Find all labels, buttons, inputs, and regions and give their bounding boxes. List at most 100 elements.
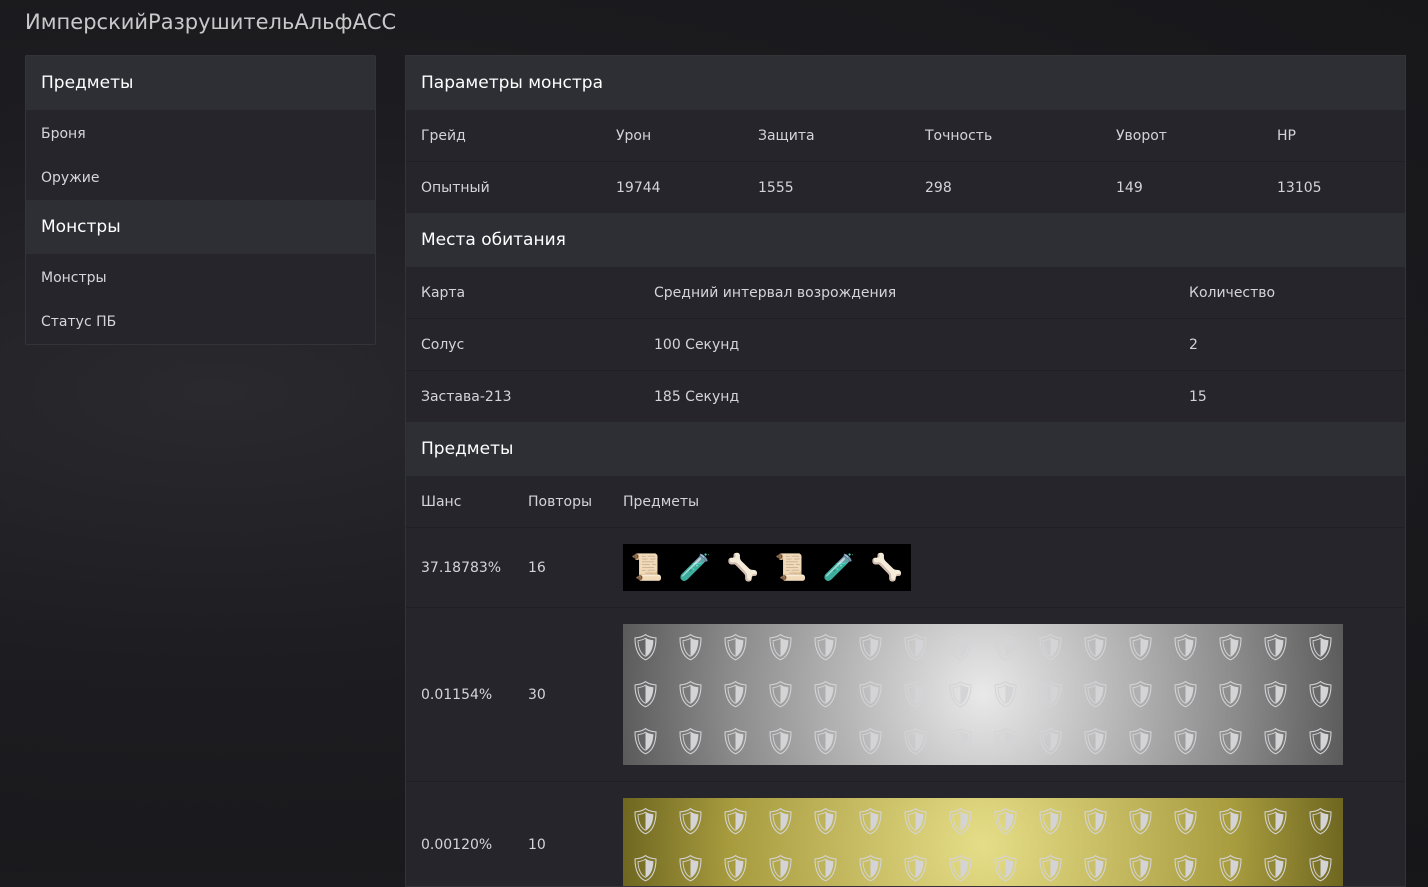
sidebar-item-armor[interactable]: Броня [26, 110, 375, 155]
armor-icon[interactable]: 🛡 [938, 845, 983, 886]
armor-icon[interactable]: 🛡 [1208, 718, 1253, 765]
armor-icon[interactable]: 🛡 [983, 798, 1028, 845]
armor-icon[interactable]: 🛡 [1073, 845, 1118, 886]
armor-icon[interactable]: 🛡 [1073, 798, 1118, 845]
armor-icon[interactable]: 🛡 [938, 671, 983, 718]
armor-icon[interactable]: 🛡 [1298, 798, 1343, 845]
armor-icon[interactable]: 🛡 [848, 671, 893, 718]
sidebar-item-monsters[interactable]: Монстры [26, 254, 375, 299]
armor-icon[interactable]: 🛡 [1163, 798, 1208, 845]
armor-icon[interactable]: 🛡 [1118, 624, 1163, 671]
armor-icon[interactable]: 🛡 [713, 718, 758, 765]
armor-icon-glyph: 🛡 [943, 632, 977, 663]
armor-icon[interactable]: 🛡 [1118, 798, 1163, 845]
armor-icon[interactable]: 🛡 [983, 845, 1028, 886]
armor-icon[interactable]: 🛡 [713, 624, 758, 671]
armor-icon[interactable]: 🛡 [1253, 671, 1298, 718]
sidebar-item-pb-status[interactable]: Статус ПБ [26, 299, 375, 344]
armor-icon[interactable]: 🛡 [983, 718, 1028, 765]
armor-icon[interactable]: 🛡 [668, 624, 713, 671]
capsule-icon[interactable]: 🧪 [671, 544, 719, 591]
armor-icon[interactable]: 🛡 [803, 798, 848, 845]
armor-icon[interactable]: 🛡 [668, 671, 713, 718]
armor-icon[interactable]: 🛡 [1073, 718, 1118, 765]
drop-repeats: 30 [528, 686, 546, 703]
armor-icon[interactable]: 🛡 [1163, 718, 1208, 765]
armor-icon[interactable]: 🛡 [893, 671, 938, 718]
armor-icon[interactable]: 🛡 [758, 624, 803, 671]
armor-icon[interactable]: 🛡 [848, 718, 893, 765]
armor-icon-glyph: 🛡 [1033, 679, 1067, 710]
armor-icon-glyph: 🛡 [1078, 726, 1112, 757]
armor-icon[interactable]: 🛡 [938, 624, 983, 671]
armor-icon[interactable]: 🛡 [623, 798, 668, 845]
armor-icon[interactable]: 🛡 [623, 671, 668, 718]
armor-icon[interactable]: 🛡 [668, 798, 713, 845]
armor-icon[interactable]: 🛡 [1163, 624, 1208, 671]
armor-icon[interactable]: 🛡 [1253, 845, 1298, 886]
armor-icon[interactable]: 🛡 [1208, 798, 1253, 845]
armor-icon[interactable]: 🛡 [983, 624, 1028, 671]
drop-items: 🛡 🛡 🛡 🛡 🛡 🛡 🛡 🛡 🛡 🛡 🛡 🛡 🛡 🛡 🛡 🛡 🛡 🛡 🛡 🛡 🛡 🛡 🛡 🛡 🛡 🛡 🛡 🛡 🛡 🛡 🛡 🛡 [608, 798, 1343, 886]
armor-icon-glyph: 🛡 [1033, 726, 1067, 757]
armor-icon[interactable]: 🛡 [623, 845, 668, 886]
column-header: Точность [925, 127, 993, 144]
armor-icon[interactable]: 🛡 [713, 671, 758, 718]
armor-icon[interactable]: 🛡 [713, 845, 758, 886]
armor-icon[interactable]: 🛡 [1253, 718, 1298, 765]
armor-icon[interactable]: 🛡 [1208, 845, 1253, 886]
armor-icon[interactable]: 🛡 [1073, 671, 1118, 718]
armor-icon[interactable]: 🛡 [803, 845, 848, 886]
armor-icon[interactable]: 🛡 [848, 798, 893, 845]
bone-icon[interactable]: 🦴 [863, 544, 911, 591]
armor-icon[interactable]: 🛡 [713, 798, 758, 845]
armor-icon[interactable]: 🛡 [1028, 671, 1073, 718]
armor-icon[interactable]: 🛡 [1028, 798, 1073, 845]
capsule-icon-glyph: 🧪 [678, 552, 712, 583]
bone-icon[interactable]: 🦴 [719, 544, 767, 591]
armor-icon[interactable]: 🛡 [848, 845, 893, 886]
armor-icon[interactable]: 🛡 [1208, 671, 1253, 718]
armor-icon[interactable]: 🛡 [893, 845, 938, 886]
armor-icon[interactable]: 🛡 [1253, 798, 1298, 845]
capsule-icon[interactable]: 🧪 [815, 544, 863, 591]
armor-icon[interactable]: 🛡 [1028, 845, 1073, 886]
scroll-icon[interactable]: 📜 [767, 544, 815, 591]
armor-icon[interactable]: 🛡 [1073, 624, 1118, 671]
armor-icon[interactable]: 🛡 [1208, 624, 1253, 671]
armor-icon[interactable]: 🛡 [1253, 624, 1298, 671]
armor-icon[interactable]: 🛡 [1298, 718, 1343, 765]
armor-icon[interactable]: 🛡 [1028, 624, 1073, 671]
armor-icon[interactable]: 🛡 [803, 671, 848, 718]
armor-icon[interactable]: 🛡 [803, 624, 848, 671]
armor-icon[interactable]: 🛡 [758, 798, 803, 845]
armor-icon[interactable]: 🛡 [938, 798, 983, 845]
armor-icon[interactable]: 🛡 [623, 718, 668, 765]
armor-icon-glyph: 🛡 [943, 679, 977, 710]
armor-icon-glyph: 🛡 [718, 726, 752, 757]
armor-icon[interactable]: 🛡 [623, 624, 668, 671]
armor-icon[interactable]: 🛡 [893, 798, 938, 845]
armor-icon[interactable]: 🛡 [893, 718, 938, 765]
armor-icon[interactable]: 🛡 [893, 624, 938, 671]
armor-icon[interactable]: 🛡 [668, 718, 713, 765]
armor-icon[interactable]: 🛡 [758, 671, 803, 718]
armor-icon[interactable]: 🛡 [1118, 671, 1163, 718]
armor-icon[interactable]: 🛡 [1298, 845, 1343, 886]
armor-icon[interactable]: 🛡 [983, 671, 1028, 718]
armor-icon[interactable]: 🛡 [938, 718, 983, 765]
armor-icon[interactable]: 🛡 [758, 845, 803, 886]
armor-icon[interactable]: 🛡 [848, 624, 893, 671]
armor-icon[interactable]: 🛡 [668, 845, 713, 886]
armor-icon[interactable]: 🛡 [1118, 845, 1163, 886]
armor-icon[interactable]: 🛡 [1118, 718, 1163, 765]
sidebar-item-weapons[interactable]: Оружие [26, 155, 375, 200]
armor-icon[interactable]: 🛡 [1163, 671, 1208, 718]
armor-icon[interactable]: 🛡 [803, 718, 848, 765]
armor-icon[interactable]: 🛡 [1028, 718, 1073, 765]
armor-icon[interactable]: 🛡 [1163, 845, 1208, 886]
armor-icon[interactable]: 🛡 [1298, 671, 1343, 718]
armor-icon[interactable]: 🛡 [758, 718, 803, 765]
armor-icon[interactable]: 🛡 [1298, 624, 1343, 671]
scroll-icon[interactable]: 📜 [623, 544, 671, 591]
